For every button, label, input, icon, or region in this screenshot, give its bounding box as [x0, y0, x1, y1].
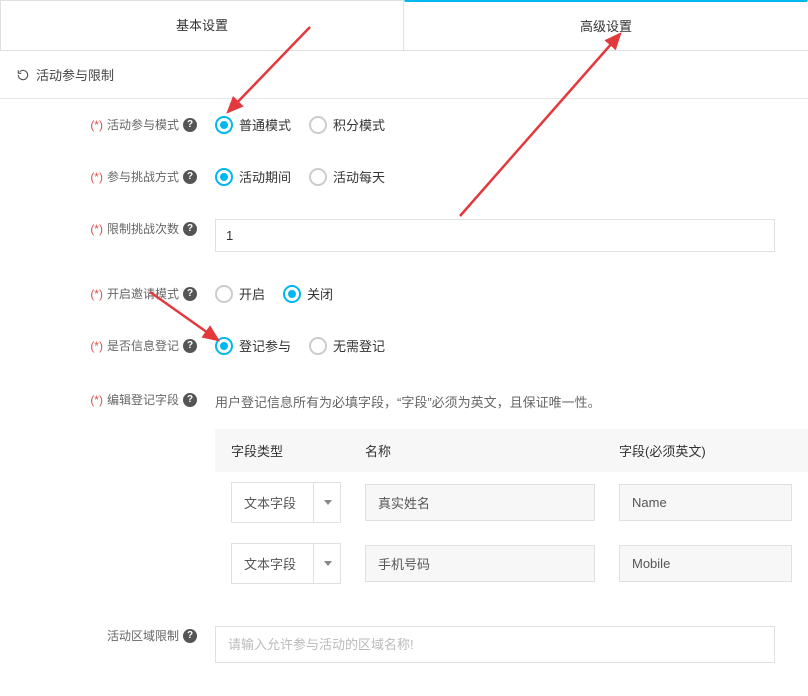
field-name-input[interactable]: [365, 484, 595, 521]
fields-table-header: 字段类型 名称 字段(必须英文): [215, 429, 808, 472]
fields-description: 用户登记信息所有为必填字段，“字段”必须为英文，且保证唯一性。: [215, 388, 808, 429]
radio-dot-icon: [215, 168, 233, 186]
radio-dot-icon: [309, 168, 327, 186]
required-mark: (*): [90, 390, 103, 410]
radio-method-period[interactable]: 活动期间: [215, 167, 291, 186]
radio-label: 积分模式: [333, 115, 385, 134]
radio-reg-yes[interactable]: 登记参与: [215, 336, 291, 355]
radio-label: 登记参与: [239, 336, 291, 355]
required-mark: (*): [90, 336, 103, 356]
label-mode: 活动参与模式: [107, 115, 179, 135]
field-type-select[interactable]: 文本字段: [231, 482, 341, 523]
help-icon[interactable]: ?: [183, 339, 197, 353]
radio-dot-icon: [215, 337, 233, 355]
area-input[interactable]: [215, 626, 775, 663]
help-icon[interactable]: ?: [183, 222, 197, 236]
radio-label: 活动每天: [333, 167, 385, 186]
field-name-input[interactable]: [365, 545, 595, 582]
row-method: (*) 参与挑战方式 ? 活动期间 活动每天: [0, 151, 808, 203]
th-name: 名称: [365, 441, 595, 460]
help-icon[interactable]: ?: [183, 393, 197, 407]
radio-dot-icon: [309, 116, 327, 134]
required-mark: (*): [90, 284, 103, 304]
radio-mode-points[interactable]: 积分模式: [309, 115, 385, 134]
radio-mode-normal[interactable]: 普通模式: [215, 115, 291, 134]
radio-invite-on[interactable]: 开启: [215, 284, 265, 303]
row-invite: (*) 开启邀请模式 ? 开启 关闭: [0, 268, 808, 320]
radio-label: 无需登记: [333, 336, 385, 355]
radio-dot-icon: [283, 285, 301, 303]
field-type-select[interactable]: 文本字段: [231, 543, 341, 584]
label-method: 参与挑战方式: [107, 167, 179, 187]
refresh-icon: [16, 68, 30, 82]
required-mark: (*): [90, 219, 103, 239]
radio-method-daily[interactable]: 活动每天: [309, 167, 385, 186]
help-icon[interactable]: ?: [183, 118, 197, 132]
radio-label: 活动期间: [239, 167, 291, 186]
radio-dot-icon: [215, 285, 233, 303]
label-fields: 编辑登记字段: [107, 390, 179, 410]
help-icon[interactable]: ?: [183, 629, 197, 643]
radio-dot-icon: [309, 337, 327, 355]
fields-table-row: 文本字段: [215, 533, 808, 594]
field-key-input[interactable]: [619, 484, 792, 521]
radio-label: 普通模式: [239, 115, 291, 134]
section-header: 活动参与限制: [0, 51, 808, 99]
help-icon[interactable]: ?: [183, 170, 197, 184]
row-limit: (*) 限制挑战次数 ?: [0, 203, 808, 268]
fields-table-row: 文本字段: [215, 472, 808, 533]
required-mark: (*): [90, 167, 103, 187]
label-area: 活动区域限制: [107, 626, 179, 646]
field-key-input[interactable]: [619, 545, 792, 582]
help-icon[interactable]: ?: [183, 287, 197, 301]
radio-reg-no[interactable]: 无需登记: [309, 336, 385, 355]
th-type: 字段类型: [231, 441, 341, 460]
tab-advanced[interactable]: 高级设置: [404, 0, 808, 50]
radio-label: 开启: [239, 284, 265, 303]
tab-bar: 基本设置 高级设置: [0, 0, 808, 51]
row-mode: (*) 活动参与模式 ? 普通模式 积分模式: [0, 99, 808, 151]
row-area: 活动区域限制 ?: [0, 610, 808, 679]
required-mark: (*): [90, 115, 103, 135]
row-reg: (*) 是否信息登记 ? 登记参与 无需登记: [0, 320, 808, 372]
row-fields: (*) 编辑登记字段 ? 用户登记信息所有为必填字段，“字段”必须为英文，且保证…: [0, 372, 808, 610]
section-title: 活动参与限制: [36, 65, 114, 84]
th-field: 字段(必须英文): [619, 441, 792, 460]
radio-dot-icon: [215, 116, 233, 134]
limit-input[interactable]: [215, 219, 775, 252]
label-invite: 开启邀请模式: [107, 284, 179, 304]
label-limit: 限制挑战次数: [107, 219, 179, 239]
radio-label: 关闭: [307, 284, 333, 303]
tab-basic[interactable]: 基本设置: [0, 0, 404, 50]
label-reg: 是否信息登记: [107, 336, 179, 356]
radio-invite-off[interactable]: 关闭: [283, 284, 333, 303]
